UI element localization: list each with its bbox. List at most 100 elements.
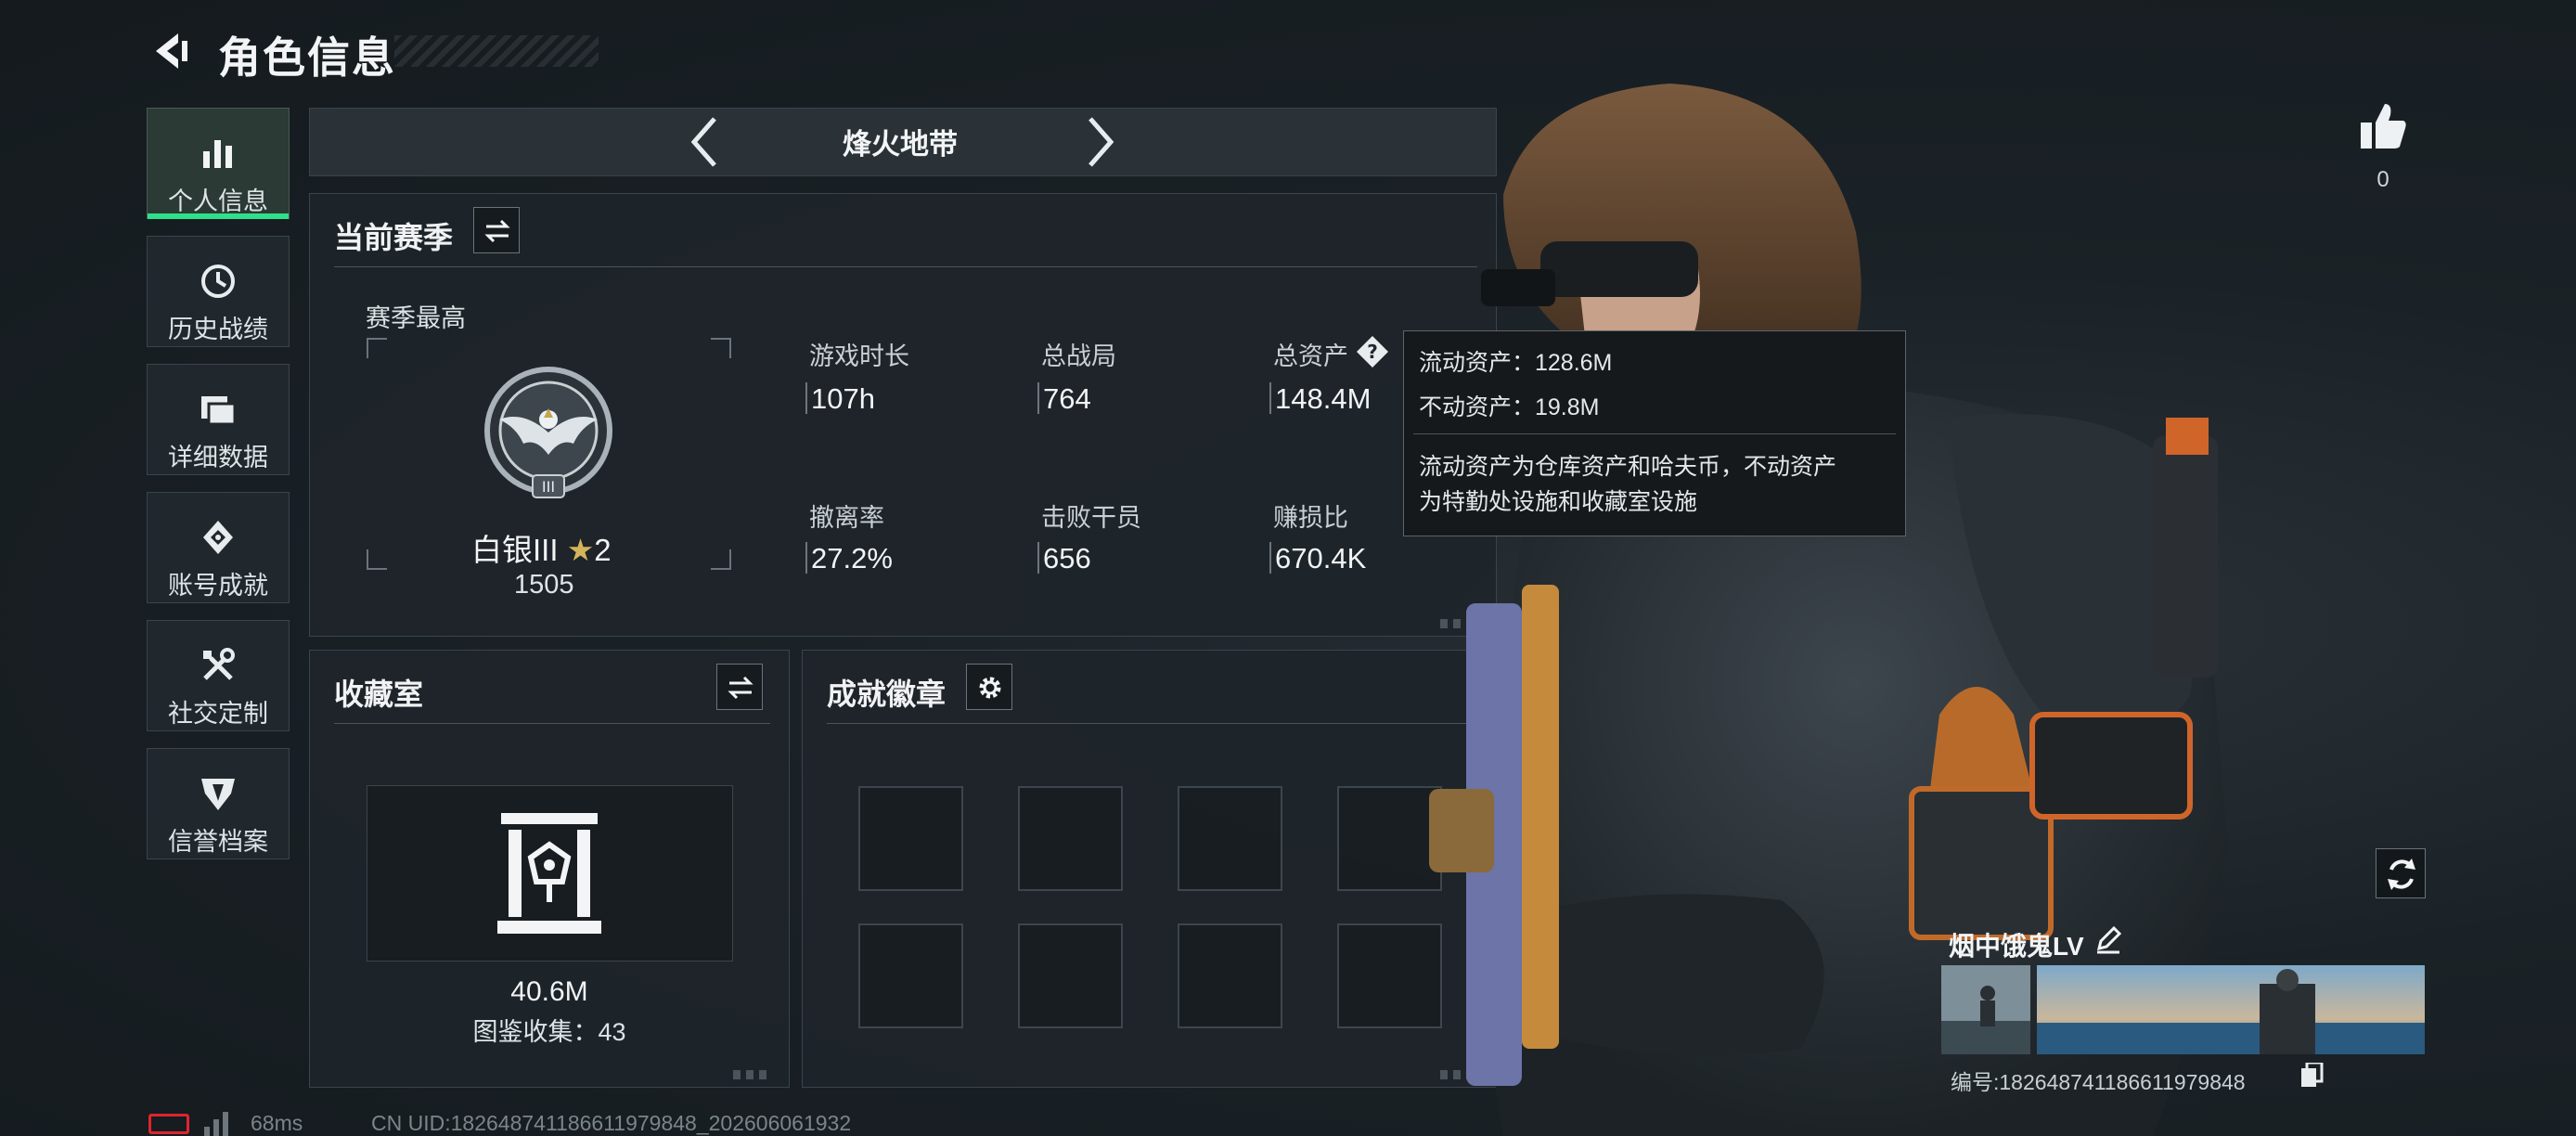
stat-label-playtime: 游戏时长 bbox=[809, 342, 909, 370]
corner-decoration bbox=[733, 1070, 770, 1079]
help-icon: ? bbox=[1357, 336, 1388, 368]
like-count: 0 bbox=[2376, 167, 2389, 192]
stat-divider bbox=[1269, 382, 1271, 414]
collection-count: 图鉴收集：43 bbox=[472, 1018, 626, 1046]
folder-icon bbox=[201, 396, 237, 426]
sidebar-item-achievements[interactable]: 账号成就 bbox=[147, 492, 290, 603]
refresh-icon bbox=[2388, 858, 2415, 890]
star-icon: ★ bbox=[566, 533, 595, 567]
stat-label-profit-ratio: 赚损比 bbox=[1273, 504, 1348, 532]
badge-slot[interactable] bbox=[1178, 923, 1282, 1028]
edit-name-button[interactable] bbox=[2093, 924, 2123, 954]
frame-corner bbox=[367, 549, 387, 570]
frame-corner bbox=[711, 338, 731, 358]
svg-text:?: ? bbox=[1367, 341, 1378, 363]
stat-label-matches: 总战局 bbox=[1041, 342, 1116, 370]
history-clock-icon bbox=[201, 265, 235, 298]
sidebar-item-label: 账号成就 bbox=[168, 572, 268, 600]
stat-value-total-assets: 148.4M bbox=[1275, 382, 1372, 415]
rank-score: 1505 bbox=[514, 570, 574, 600]
active-indicator bbox=[148, 213, 289, 219]
like-button[interactable] bbox=[2357, 100, 2409, 152]
tooltip-description: 为特勤处设施和收藏室设施 bbox=[1419, 489, 1698, 515]
badge-slot[interactable] bbox=[1018, 923, 1123, 1028]
uid-text: CN UID:1826487411866119798​48_2026060619… bbox=[371, 1111, 852, 1135]
stat-divider bbox=[1037, 382, 1039, 414]
assets-help-button[interactable]: ? bbox=[1355, 334, 1390, 369]
stat-value-matches: 764 bbox=[1043, 382, 1091, 415]
season-switch-button[interactable] bbox=[473, 207, 520, 253]
sidebar-item-history[interactable]: 历史战绩 bbox=[147, 236, 290, 347]
stat-value-kills: 656 bbox=[1043, 542, 1091, 574]
title-decoration bbox=[394, 35, 599, 67]
tooltip-fixed-assets: 不动资产：19.8M bbox=[1419, 394, 1600, 420]
chevron-left-icon bbox=[690, 117, 716, 167]
reputation-shield-icon bbox=[201, 779, 235, 810]
back-button[interactable] bbox=[147, 28, 193, 74]
profile-banner[interactable] bbox=[2037, 965, 2425, 1054]
frame-corner bbox=[711, 549, 731, 570]
chevron-right-icon bbox=[1088, 117, 1114, 167]
mode-next-button[interactable] bbox=[1081, 113, 1118, 171]
back-arrow-icon bbox=[156, 33, 187, 69]
rank-name: 白银III ★2 bbox=[471, 533, 612, 567]
stat-label-extraction-rate: 撤离率 bbox=[809, 504, 884, 532]
tools-icon bbox=[203, 648, 235, 680]
bar-chart-icon bbox=[203, 140, 232, 168]
rank-badge-icon: III bbox=[484, 367, 612, 498]
season-best-label: 赛季最高 bbox=[366, 304, 466, 332]
mode-prev-button[interactable] bbox=[687, 113, 724, 171]
collection-value: 40.6M bbox=[510, 976, 588, 1007]
gear-icon bbox=[979, 677, 1001, 699]
avatar[interactable] bbox=[1941, 965, 2030, 1054]
divider bbox=[334, 723, 770, 724]
sidebar-item-label: 详细数据 bbox=[168, 444, 268, 471]
page-title: 角色信息 bbox=[218, 33, 396, 82]
collection-switch-button[interactable] bbox=[716, 664, 763, 710]
tooltip-divider bbox=[1413, 433, 1896, 434]
divider bbox=[827, 723, 1477, 724]
stat-divider bbox=[1269, 542, 1271, 574]
sidebar-item-label: 历史战绩 bbox=[168, 316, 268, 343]
stat-value-playtime: 107h bbox=[811, 382, 875, 415]
stat-divider bbox=[805, 542, 807, 574]
refresh-button[interactable] bbox=[2376, 848, 2426, 898]
stat-divider bbox=[805, 382, 807, 414]
thumbs-up-icon bbox=[2361, 104, 2406, 148]
mode-label: 烽火地带 bbox=[843, 128, 958, 161]
season-title: 当前赛季 bbox=[334, 221, 454, 254]
frame-corner bbox=[367, 338, 387, 358]
badge-slot[interactable] bbox=[858, 923, 963, 1028]
badge-slot[interactable] bbox=[1178, 786, 1282, 891]
sidebar-item-personal-info[interactable]: 个人信息 bbox=[147, 108, 290, 219]
divider bbox=[334, 266, 1477, 267]
swap-icon bbox=[484, 219, 510, 243]
sidebar-item-reputation[interactable]: 信誉档案 bbox=[147, 748, 290, 859]
assets-tooltip: 流动资产：128.6M 不动资产：19.8M 流动资产为仓库资产和哈夫币，不动资… bbox=[1403, 330, 1906, 536]
collection-vault-icon bbox=[497, 813, 601, 934]
sidebar-item-label: 信誉档案 bbox=[168, 828, 268, 856]
copy-id-button[interactable] bbox=[2299, 1061, 2324, 1089]
badges-settings-button[interactable] bbox=[966, 664, 1012, 710]
stat-value-extraction-rate: 27.2% bbox=[811, 542, 893, 574]
sidebar-item-label: 个人信息 bbox=[168, 187, 268, 215]
swap-icon bbox=[728, 676, 753, 700]
sidebar-item-social[interactable]: 社交定制 bbox=[147, 620, 290, 731]
collection-title: 收藏室 bbox=[334, 678, 424, 711]
badges-title: 成就徽章 bbox=[827, 678, 947, 711]
achievement-medal-icon bbox=[203, 521, 233, 554]
stat-label-kills: 击败干员 bbox=[1041, 504, 1141, 532]
sidebar-item-detail-data[interactable]: 详细数据 bbox=[147, 364, 290, 475]
stat-label-total-assets: 总资产 bbox=[1273, 342, 1348, 370]
badge-slot[interactable] bbox=[858, 786, 963, 891]
stat-value-profit-ratio: 670.4K bbox=[1275, 542, 1367, 574]
svg-text:III: III bbox=[542, 478, 555, 496]
sidebar-item-label: 社交定制 bbox=[168, 700, 268, 728]
badge-slot[interactable] bbox=[1018, 786, 1123, 891]
player-id: 编号:1826487411866119798​48 bbox=[1951, 1070, 2246, 1094]
signal-icon bbox=[204, 1112, 228, 1136]
ping-text: 68ms bbox=[251, 1111, 303, 1135]
copy-icon bbox=[2301, 1061, 2324, 1087]
pencil-icon bbox=[2096, 925, 2122, 954]
tooltip-liquid-assets: 流动资产：128.6M bbox=[1419, 350, 1613, 376]
